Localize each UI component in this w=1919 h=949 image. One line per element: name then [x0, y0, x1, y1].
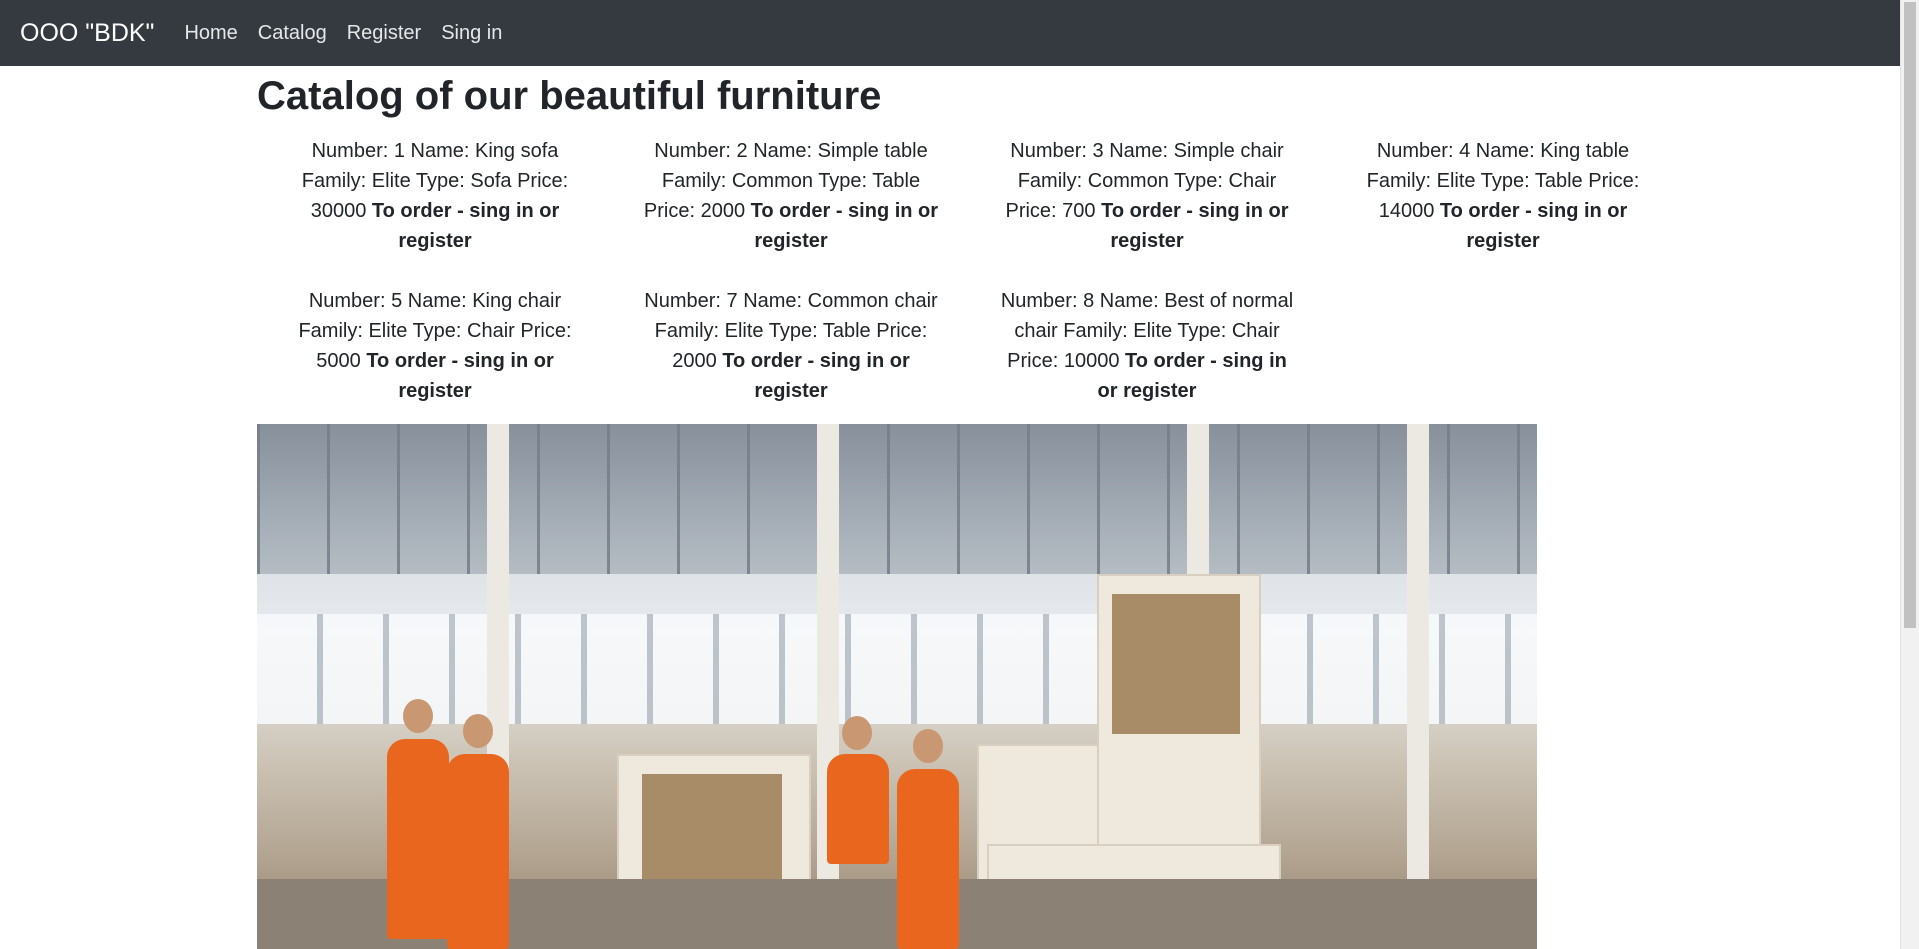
catalog-item: Number: 2 Name: Simple table Family: Com… [613, 136, 969, 256]
nav-link-register[interactable]: Register [347, 22, 421, 45]
photo-column [817, 424, 839, 949]
catalog-item: Number: 4 Name: King table Family: Elite… [1325, 136, 1681, 256]
catalog-item: Number: 5 Name: King chair Family: Elite… [257, 286, 613, 406]
order-note: To order - sing in or register [366, 350, 554, 402]
order-note: To order - sing in or register [1101, 200, 1289, 252]
scrollbar-thumb[interactable] [1904, 2, 1916, 628]
photo-board [1112, 594, 1240, 734]
photo-worker-head [842, 716, 872, 750]
photo-windows [257, 614, 1537, 724]
page-title: Catalog of our beautiful furniture [257, 74, 882, 118]
photo-worker [827, 754, 889, 864]
photo-worker-head [913, 729, 943, 763]
catalog-item: Number: 8 Name: Best of normal chair Fam… [969, 286, 1325, 406]
order-note: To order - sing in or register [750, 200, 939, 252]
nav-link-catalog[interactable]: Catalog [258, 22, 327, 45]
photo-worker [897, 769, 959, 949]
photo-worker [387, 739, 449, 939]
photo-board [642, 774, 782, 894]
factory-photo [257, 424, 1537, 949]
photo-worker-head [403, 699, 433, 733]
photo-worker [447, 754, 509, 949]
nav-link-home[interactable]: Home [184, 22, 237, 45]
nav-link-sign-in[interactable]: Sing in [441, 22, 502, 45]
catalog-grid: Number: 1 Name: King sofa Family: Elite … [257, 136, 1657, 406]
navbar: OOO "BDK" Home Catalog Register Sing in [0, 0, 1900, 66]
order-note: To order - sing in or register [1097, 350, 1287, 402]
order-note: To order - sing in or register [722, 350, 910, 402]
catalog-item: Number: 3 Name: Simple chair Family: Com… [969, 136, 1325, 256]
photo-roof-trusses [257, 424, 1537, 574]
catalog-item: Number: 1 Name: King sofa Family: Elite … [257, 136, 613, 256]
photo-column [1407, 424, 1429, 949]
main-content: Catalog of our beautiful furniture Numbe… [257, 66, 1657, 406]
order-note: To order - sing in or register [1439, 200, 1628, 252]
order-note: To order - sing in or register [371, 200, 560, 252]
photo-worker-head [463, 714, 493, 748]
catalog-item: Number: 7 Name: Common chair Family: Eli… [613, 286, 969, 406]
scrollbar[interactable] [1900, 0, 1919, 949]
brand-link[interactable]: OOO "BDK" [20, 19, 154, 48]
